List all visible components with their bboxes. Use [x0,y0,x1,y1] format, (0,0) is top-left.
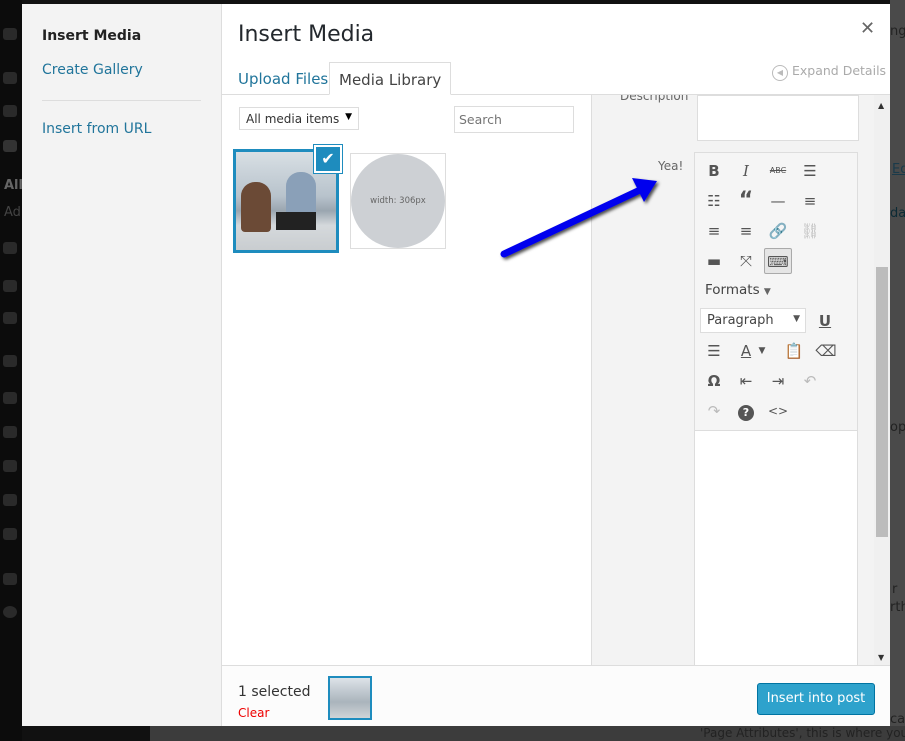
help-icon[interactable]: ? [732,398,760,424]
fullscreen-icon[interactable]: ⤧ [732,248,760,274]
indent-icon[interactable]: ⇥ [764,368,792,394]
bg-text: All [4,178,23,193]
photo-person [286,172,316,217]
redo-icon[interactable]: ↷ [700,398,728,424]
pin-icon [3,72,17,84]
pages-icon [3,140,17,152]
description-label: Description [620,95,689,103]
bg-text: ope [890,420,905,435]
read-more-icon[interactable]: ▬ [700,248,728,274]
justify-icon[interactable]: ☰ [700,338,728,364]
attachment-placeholder[interactable]: width: 306px [350,153,446,249]
filter-value: All media items [246,112,340,126]
photo-laptop [276,212,316,230]
pin-icon [3,312,17,324]
page-background: nge Ed dat ope r rth cal [890,0,905,741]
comments-icon [3,242,17,254]
menu-item-create-gallery[interactable]: Create Gallery [42,62,143,78]
underline-icon[interactable]: U [811,308,839,334]
bg-text: r [892,582,898,597]
scroll-up-icon[interactable]: ▲ [878,101,884,110]
bg-text: nge [890,24,905,39]
align-left-icon[interactable]: ≡ [796,188,824,214]
align-right-icon[interactable]: ≡ [732,218,760,244]
media-menu: Insert Media Create Gallery Insert from … [22,4,222,726]
horizontal-rule-icon[interactable]: — [764,188,792,214]
paragraph-select[interactable]: Paragraph ▼ [700,308,806,333]
clear-selection-link[interactable]: Clear [238,706,269,720]
dropdown-arrow-icon: ▼ [793,314,800,324]
menu-item-insert-from-url[interactable]: Insert from URL [42,121,151,137]
formats-menu[interactable]: Formats ▼ [705,282,771,298]
admin-sidebar-background: All Ad [0,0,23,741]
dropdown-arrow-icon: ▼ [345,112,352,122]
italic-icon[interactable]: I [732,158,760,184]
bold-icon[interactable]: B [700,158,728,184]
bullet-list-icon[interactable]: ☰ [796,158,824,184]
formats-label: Formats [705,282,760,298]
gear-icon [3,528,17,540]
search-input[interactable] [454,106,574,133]
description-textarea[interactable] [697,95,859,141]
clear-formatting-icon[interactable]: ⌫ [812,338,840,364]
expand-details-label: Expand Details [792,63,887,78]
media-filter-select[interactable]: All media items ▼ [239,107,359,130]
toolbar-toggle-icon[interactable]: ⌨ [764,248,792,274]
bg-text: rth [890,600,905,615]
close-icon[interactable]: ✕ [860,18,875,39]
media-icon [3,105,17,117]
rich-text-editor: B I ABC ☰ ☷ “ — ≡ ≡ ≡ 🔗 ⛓ ▬ ⤧ ⌨ Formats … [694,152,858,665]
numbered-list-icon[interactable]: ☷ [700,188,728,214]
scrollbar-thumb[interactable] [876,267,888,537]
menu-separator [42,100,201,101]
tab-upload-files[interactable]: Upload Files [229,62,337,95]
menu-item-insert-media[interactable]: Insert Media [42,28,141,44]
undo-icon[interactable]: ↶ [796,368,824,394]
insert-into-post-button[interactable]: Insert into post [757,683,875,715]
blockquote-icon[interactable]: “ [732,188,760,214]
paste-text-icon[interactable]: 📋 [780,338,808,364]
outdent-icon[interactable]: ⇤ [732,368,760,394]
code-icon[interactable]: <> [764,398,792,424]
bg-text: dat [890,206,905,221]
unlink-icon[interactable]: ⛓ [796,218,824,244]
attachment-details-sidebar: Description Yea! B I ABC ☰ ☷ “ — ≡ ≡ ≡ 🔗… [591,95,890,665]
link-icon[interactable]: 🔗 [764,218,792,244]
arrow-left-icon: ◀ [772,65,788,81]
selection-count: 1 selected [238,684,311,700]
bg-text: Ed [892,162,905,177]
users-icon [3,426,17,438]
placeholder-text: width: 306px [351,154,445,248]
sidebar-scrollbar[interactable]: ▲ ▼ [874,95,890,665]
pin-icon [3,280,17,292]
editor-content-area[interactable] [695,430,857,665]
dropdown-arrow-icon[interactable]: ▼ [755,338,769,364]
appearance-icon [3,355,17,367]
bg-text: Ad [4,205,21,220]
selected-check-icon[interactable]: ✔ [313,144,343,174]
tab-media-library[interactable]: Media Library [329,62,452,95]
paragraph-value: Paragraph [707,313,774,328]
modal-title: Insert Media [238,22,375,47]
settings-icon [3,494,17,506]
collapse-icon [3,606,17,618]
insert-media-modal: Insert Media Create Gallery Insert from … [22,4,890,726]
scroll-down-icon[interactable]: ▼ [878,653,884,662]
gear-icon [3,573,17,585]
photo-person [241,182,271,232]
dropdown-arrow-icon: ▼ [763,287,771,297]
media-toolbar-footer: 1 selected Clear Insert into post [222,665,890,726]
plugins-icon [3,392,17,404]
tools-icon [3,460,17,472]
selected-thumbnail[interactable] [328,676,372,720]
special-character-icon[interactable]: Ω [700,368,728,394]
align-center-icon[interactable]: ≡ [700,218,728,244]
strikethrough-icon[interactable]: ABC [764,158,792,184]
expand-details-button[interactable]: ◀ Expand Details [772,63,886,81]
bg-text: 'Page Attributes', this is where you [700,726,905,740]
yea-label: Yea! [658,159,684,173]
dashboard-icon [3,28,17,40]
page-background-bottom: 'Page Attributes', this is where you [150,726,905,741]
bg-text: cal [890,712,905,727]
